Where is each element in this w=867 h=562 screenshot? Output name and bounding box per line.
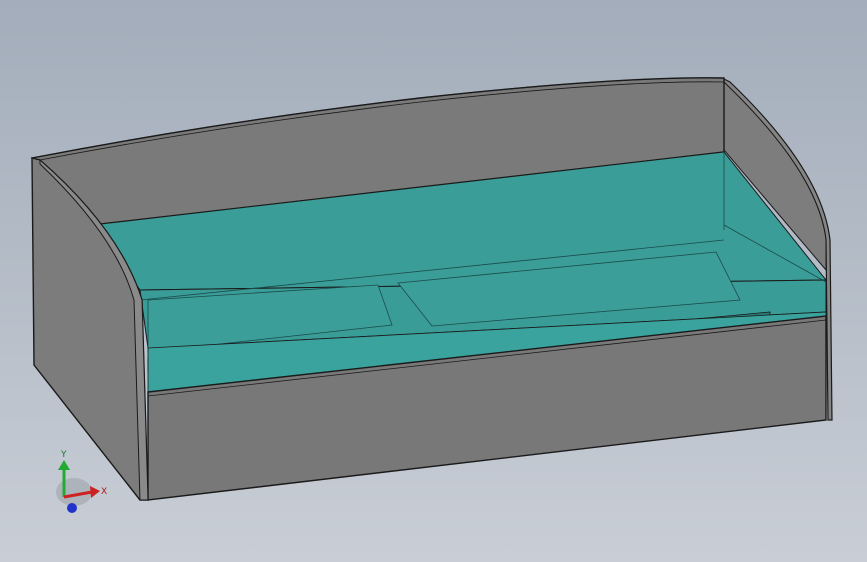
bed-model[interactable]: Y X bbox=[0, 0, 867, 562]
3d-viewport[interactable]: Y X bbox=[0, 0, 867, 562]
triad-y-arrow bbox=[58, 460, 70, 470]
coordinate-triad: Y X bbox=[56, 450, 107, 513]
triad-y-label: Y bbox=[60, 450, 67, 460]
triad-x-label: X bbox=[101, 487, 107, 497]
triad-z-axis bbox=[67, 503, 77, 513]
triad-x-arrow bbox=[90, 486, 100, 498]
